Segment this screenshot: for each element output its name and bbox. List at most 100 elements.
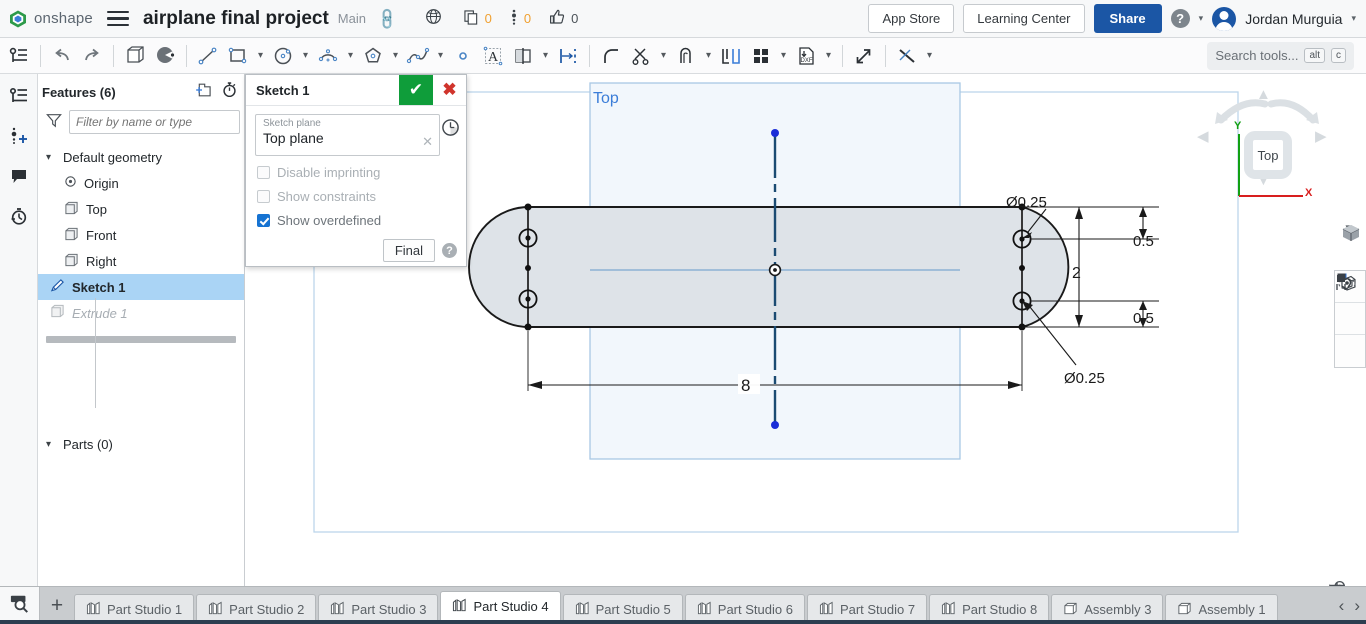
sketch-dialog[interactable]: Sketch 1 ✔ ✖ Sketch plane Top plane ✕ Di…	[245, 74, 467, 267]
offset-icon[interactable]	[671, 41, 701, 71]
arc-chevron-down-icon[interactable]: ▾	[343, 41, 358, 71]
show-overdefined-row[interactable]: Show overdefined	[257, 213, 457, 228]
show-constraints-checkbox[interactable]	[257, 190, 270, 203]
counter-copies[interactable]: 0	[464, 10, 492, 28]
counter-likes[interactable]: 0	[549, 9, 578, 28]
home-view-button[interactable]: ▾	[1340, 222, 1350, 233]
chevron-down-icon[interactable]: ▾	[46, 439, 56, 450]
text-icon[interactable]: A	[478, 41, 508, 71]
arc-icon[interactable]	[313, 41, 343, 71]
show-overdefined-checkbox[interactable]	[257, 214, 270, 227]
rollback-bar[interactable]	[46, 336, 236, 343]
tree-item-default-geometry[interactable]: ▾ Default geometry	[38, 144, 244, 170]
tree-item-top[interactable]: Top	[38, 196, 244, 222]
app-store-button[interactable]: App Store	[868, 4, 954, 33]
onshape-logo[interactable]: onshape	[8, 9, 93, 29]
feature-tree-icon[interactable]	[7, 84, 31, 108]
pattern-icon[interactable]	[746, 41, 776, 71]
midpoint[interactable]	[525, 265, 531, 271]
dim-top-offset[interactable]: 0.5	[1133, 233, 1154, 250]
dim-bottom-hole-diameter[interactable]: Ø0.25	[1064, 370, 1105, 387]
disable-imprinting-checkbox[interactable]	[257, 166, 270, 179]
clear-x-icon[interactable]: ✕	[422, 134, 433, 150]
sketch-plane-icon[interactable]	[120, 41, 150, 71]
link-icon[interactable]: 🔗	[374, 6, 400, 32]
show-constraints-row[interactable]: Show constraints	[257, 189, 457, 204]
tree-item-front[interactable]: Front	[38, 222, 244, 248]
sketch-plane-field[interactable]: Sketch plane Top plane ✕	[255, 114, 440, 156]
search-tools-input[interactable]: Search tools... alt c	[1207, 42, 1354, 70]
measure-pie-icon[interactable]	[150, 41, 180, 71]
circle-chevron-down-icon[interactable]: ▾	[298, 41, 313, 71]
dim-bottom-offset[interactable]: 0.5	[1133, 310, 1154, 327]
spline-chevron-down-icon[interactable]: ▾	[433, 41, 448, 71]
timer-icon[interactable]	[221, 81, 238, 103]
question-mark-icon[interactable]: ?	[1171, 9, 1190, 28]
rectangle-icon[interactable]	[223, 41, 253, 71]
mirror-icon[interactable]	[508, 41, 538, 71]
circle-icon[interactable]	[268, 41, 298, 71]
share-button[interactable]: Share	[1094, 4, 1162, 33]
cancel-sketch-button[interactable]: ✖	[433, 75, 466, 105]
question-help-icon[interactable]: ?	[442, 243, 457, 258]
rectangle-chevron-down-icon[interactable]: ▾	[253, 41, 268, 71]
dimension-icon[interactable]	[553, 41, 583, 71]
add-version-icon[interactable]	[7, 124, 31, 148]
feature-list-icon[interactable]	[4, 41, 34, 71]
tab-search-button[interactable]	[0, 587, 40, 624]
counter-versions[interactable]: 0	[510, 9, 531, 28]
hamburger-menu-icon[interactable]	[107, 11, 129, 27]
avatar-icon[interactable]	[1212, 7, 1236, 31]
vertex[interactable]	[525, 324, 532, 331]
help-chevron-down-icon[interactable]: ▾	[1199, 13, 1204, 24]
dim-width[interactable]: 2	[1072, 265, 1081, 282]
trim-chevron-down-icon[interactable]: ▾	[656, 41, 671, 71]
sketch-profile[interactable]	[469, 207, 1068, 327]
user-name[interactable]: Jordan Murguia	[1245, 11, 1342, 27]
branch-label[interactable]: Main	[338, 11, 366, 26]
chevron-right-icon[interactable]: ›	[1354, 596, 1360, 616]
trim-icon[interactable]	[626, 41, 656, 71]
fillet-icon[interactable]	[596, 41, 626, 71]
pattern-chevron-down-icon[interactable]: ▾	[776, 41, 791, 71]
view-cube[interactable]: ▲ ▼ ◀ ▶ Top Y X	[1195, 86, 1341, 216]
parts-section-header[interactable]: ▾ Parts (0)	[38, 431, 244, 457]
filter-funnel-icon[interactable]	[46, 112, 62, 133]
comment-icon[interactable]	[7, 164, 31, 188]
construction-icon[interactable]	[892, 41, 922, 71]
clock-history-icon[interactable]	[441, 118, 460, 142]
dim-top-hole-diameter[interactable]: Ø0.25	[1006, 194, 1047, 211]
offset-chevron-down-icon[interactable]: ▾	[701, 41, 716, 71]
tree-item-origin[interactable]: Origin	[38, 170, 244, 196]
midpoint[interactable]	[1019, 265, 1025, 271]
rotate-mesh-icon[interactable]	[1335, 303, 1365, 335]
use-project-icon[interactable]	[716, 41, 746, 71]
chevron-down-icon[interactable]: ▾	[46, 152, 56, 163]
point-icon[interactable]	[448, 41, 478, 71]
line-icon[interactable]	[193, 41, 223, 71]
redo-icon[interactable]	[77, 41, 107, 71]
polygon-chevron-down-icon[interactable]: ▾	[388, 41, 403, 71]
centerline-endpoint-top[interactable]	[771, 129, 779, 137]
transform-icon[interactable]	[849, 41, 879, 71]
globe-icon[interactable]	[425, 8, 442, 29]
mesh-tools-icon[interactable]	[1335, 335, 1365, 367]
tree-item-sketch-1[interactable]: Sketch 1	[38, 274, 244, 300]
accept-sketch-button[interactable]: ✔	[399, 75, 433, 105]
polygon-icon[interactable]	[358, 41, 388, 71]
mirror-chevron-down-icon[interactable]: ▾	[538, 41, 553, 71]
user-chevron-down-icon[interactable]: ▾	[1351, 13, 1356, 24]
dim-length[interactable]: 8	[741, 376, 750, 395]
add-folder-icon[interactable]	[193, 82, 211, 103]
add-tab-button[interactable]: +	[40, 587, 74, 624]
dxf-chevron-down-icon[interactable]: ▾	[821, 41, 836, 71]
chevron-left-icon[interactable]: ‹	[1339, 596, 1345, 616]
centerline-endpoint-bottom[interactable]	[771, 421, 779, 429]
construction-chevron-down-icon[interactable]: ▾	[922, 41, 937, 71]
filter-input[interactable]	[69, 110, 240, 134]
tree-item-right[interactable]: Right	[38, 248, 244, 274]
dxf-import-icon[interactable]: DXF	[791, 41, 821, 71]
vc-arrow-left-icon[interactable]: ◀	[1197, 127, 1209, 145]
tree-item-extrude-1[interactable]: Extrude 1	[38, 300, 244, 326]
disable-imprinting-row[interactable]: Disable imprinting	[257, 165, 457, 180]
